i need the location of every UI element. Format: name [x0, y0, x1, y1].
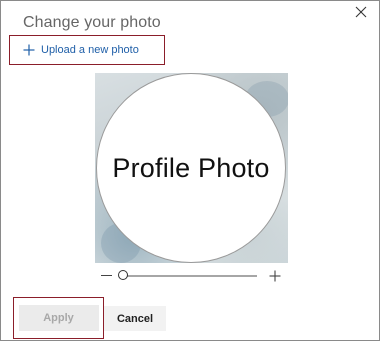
zoom-control	[99, 267, 285, 285]
apply-button[interactable]: Apply	[18, 305, 99, 331]
photo-crop-area[interactable]: Profile Photo	[95, 73, 288, 263]
dialog-title: Change your photo	[23, 14, 161, 31]
cancel-button[interactable]: Cancel	[104, 306, 166, 331]
profile-photo-placeholder: Profile Photo	[112, 152, 270, 183]
upload-link-label: Upload a new photo	[41, 44, 139, 56]
change-photo-dialog: Change your photo Upload a new photo Pro…	[0, 0, 380, 341]
plus-icon	[269, 270, 281, 282]
zoom-in-button[interactable]	[269, 270, 281, 282]
plus-icon	[23, 44, 35, 56]
zoom-slider-track[interactable]	[123, 275, 257, 277]
close-icon	[355, 6, 367, 18]
close-button[interactable]	[353, 4, 369, 20]
zoom-slider-thumb[interactable]	[118, 270, 128, 280]
apply-button-focus-frame: Apply	[13, 297, 104, 339]
upload-new-photo-link[interactable]: Upload a new photo	[9, 35, 165, 65]
zoom-out-button[interactable]	[99, 267, 114, 285]
minus-icon	[101, 275, 112, 276]
profile-photo-circle: Profile Photo	[96, 73, 286, 263]
